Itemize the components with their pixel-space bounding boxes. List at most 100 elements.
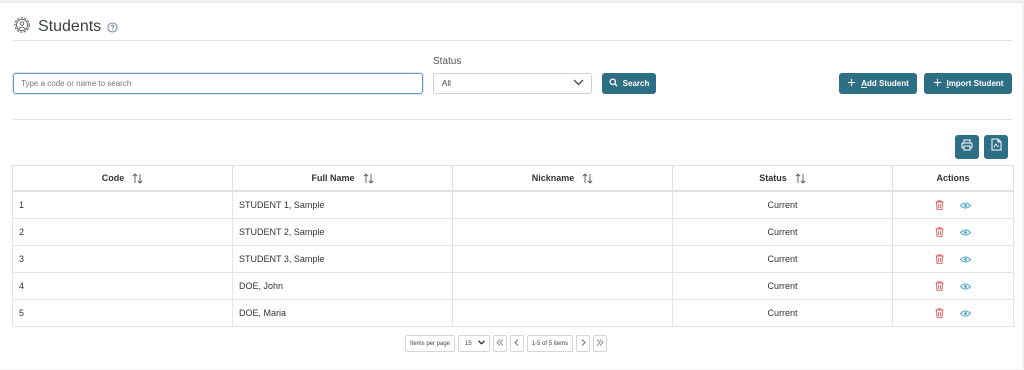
column-header-actions: Actions xyxy=(892,165,1014,192)
items-per-page-select[interactable]: 15 xyxy=(458,335,490,352)
cell-code: 5 xyxy=(12,299,233,327)
cell-actions xyxy=(892,190,1014,219)
eye-icon[interactable] xyxy=(960,229,971,236)
cell-nickname xyxy=(452,272,673,300)
column-header-content: Code xyxy=(101,172,144,184)
cell-full-name: STUDENT 1, Sample xyxy=(232,190,453,219)
gear-user-icon xyxy=(12,15,32,40)
table-row[interactable]: 1 STUDENT 1, Sample Current xyxy=(12,190,1014,219)
row-actions xyxy=(899,227,1007,237)
next-page-button[interactable] xyxy=(576,335,591,352)
pagination: Items per page 15 1-5 of 5 items xyxy=(405,335,608,352)
column-header-full-name[interactable]: Full Name xyxy=(232,165,453,192)
search-input[interactable] xyxy=(13,73,423,94)
sort-arrows-icon[interactable] xyxy=(362,172,374,184)
column-header-content: Nickname xyxy=(531,172,594,184)
printer-icon xyxy=(961,138,973,156)
chevron-down-icon xyxy=(477,340,485,347)
cell-actions xyxy=(892,245,1014,273)
export-pdf-button[interactable] xyxy=(984,135,1008,159)
cell-actions xyxy=(892,218,1014,246)
sort-arrows-icon[interactable] xyxy=(582,172,593,184)
column-header-label: Nickname xyxy=(531,173,575,183)
table-row[interactable]: 4 DOE, John Current xyxy=(12,272,1014,300)
cell-status: Current xyxy=(672,245,893,273)
plus-icon xyxy=(933,78,942,89)
cell-status: Current xyxy=(672,190,893,219)
cell-full-name: STUDENT 2, Sample xyxy=(232,218,453,246)
students-panel: Students Status All Search Add Student xyxy=(0,2,1022,369)
cell-code: 2 xyxy=(12,218,233,246)
header-divider xyxy=(12,40,1013,41)
row-actions xyxy=(899,281,1007,291)
cell-full-name: DOE, Maria xyxy=(232,299,453,327)
cell-code: 3 xyxy=(12,245,233,273)
last-page-button[interactable] xyxy=(593,335,608,352)
column-header-label: Full Name xyxy=(311,173,355,183)
trash-icon[interactable] xyxy=(935,308,944,318)
sort-arrows-icon[interactable] xyxy=(132,172,143,184)
column-header-code[interactable]: Code xyxy=(12,165,233,192)
import-student-label: Import Student xyxy=(946,79,1004,88)
section-divider xyxy=(12,119,1013,120)
add-student-label: Add Student xyxy=(861,79,909,88)
status-label: Status xyxy=(433,56,462,67)
items-per-page-label: Items per page xyxy=(405,335,456,352)
chevron-down-icon xyxy=(573,79,584,88)
trash-icon[interactable] xyxy=(935,281,944,291)
eye-icon[interactable] xyxy=(960,202,971,209)
row-actions xyxy=(899,200,1007,210)
status-select[interactable]: All xyxy=(433,73,592,94)
table-row[interactable]: 5 DOE, Maria Current xyxy=(12,299,1014,327)
column-header-label: Actions xyxy=(936,173,970,183)
column-header-content: Full Name xyxy=(311,172,374,184)
row-actions xyxy=(899,254,1007,264)
items-per-page-value: 15 xyxy=(465,340,472,347)
chevron-right-icon xyxy=(581,339,586,348)
cell-nickname xyxy=(452,190,673,219)
cell-status: Current xyxy=(672,299,893,327)
chevron-left-icon xyxy=(514,339,519,348)
add-student-button[interactable]: Add Student xyxy=(839,73,917,94)
page-header: Students xyxy=(12,14,118,40)
print-button[interactable] xyxy=(955,135,979,159)
page-title: Students xyxy=(38,18,102,35)
cell-status: Current xyxy=(672,272,893,300)
eye-icon[interactable] xyxy=(960,283,971,290)
cell-nickname xyxy=(452,218,673,246)
trash-icon[interactable] xyxy=(935,254,944,264)
cell-actions xyxy=(892,272,1014,300)
status-select-value: All xyxy=(442,79,451,88)
import-student-button[interactable]: Import Student xyxy=(924,73,1012,94)
table-row[interactable]: 3 STUDENT 3, Sample Current xyxy=(12,245,1014,273)
double-chevron-left-icon xyxy=(496,339,504,348)
double-chevron-right-icon xyxy=(596,339,604,348)
column-header-status[interactable]: Status xyxy=(672,165,893,192)
cell-full-name: STUDENT 3, Sample xyxy=(232,245,453,273)
trash-icon[interactable] xyxy=(935,200,944,210)
trash-icon[interactable] xyxy=(935,227,944,237)
eye-icon[interactable] xyxy=(960,256,971,263)
cell-nickname xyxy=(452,245,673,273)
column-header-content: Status xyxy=(759,172,806,184)
table-row[interactable]: 2 STUDENT 2, Sample Current xyxy=(12,218,1014,246)
column-header-label: Code xyxy=(101,173,125,183)
cell-code: 1 xyxy=(12,190,233,219)
page-range-label: 1-5 of 5 items xyxy=(526,335,574,352)
plus-icon xyxy=(847,78,856,89)
column-header-label: Status xyxy=(759,173,787,183)
sort-arrows-icon[interactable] xyxy=(795,172,806,184)
question-circle-icon[interactable] xyxy=(107,21,118,33)
previous-page-button[interactable] xyxy=(509,335,524,352)
row-actions xyxy=(899,308,1007,318)
eye-icon[interactable] xyxy=(960,310,971,317)
cell-nickname xyxy=(452,299,673,327)
cell-actions xyxy=(892,299,1014,327)
pdf-file-icon xyxy=(991,138,1002,156)
first-page-button[interactable] xyxy=(492,335,507,352)
cell-full-name: DOE, John xyxy=(232,272,453,300)
cell-code: 4 xyxy=(12,272,233,300)
search-button[interactable]: Search xyxy=(602,73,656,94)
column-header-nickname[interactable]: Nickname xyxy=(452,165,673,192)
search-button-label: Search xyxy=(622,79,650,88)
